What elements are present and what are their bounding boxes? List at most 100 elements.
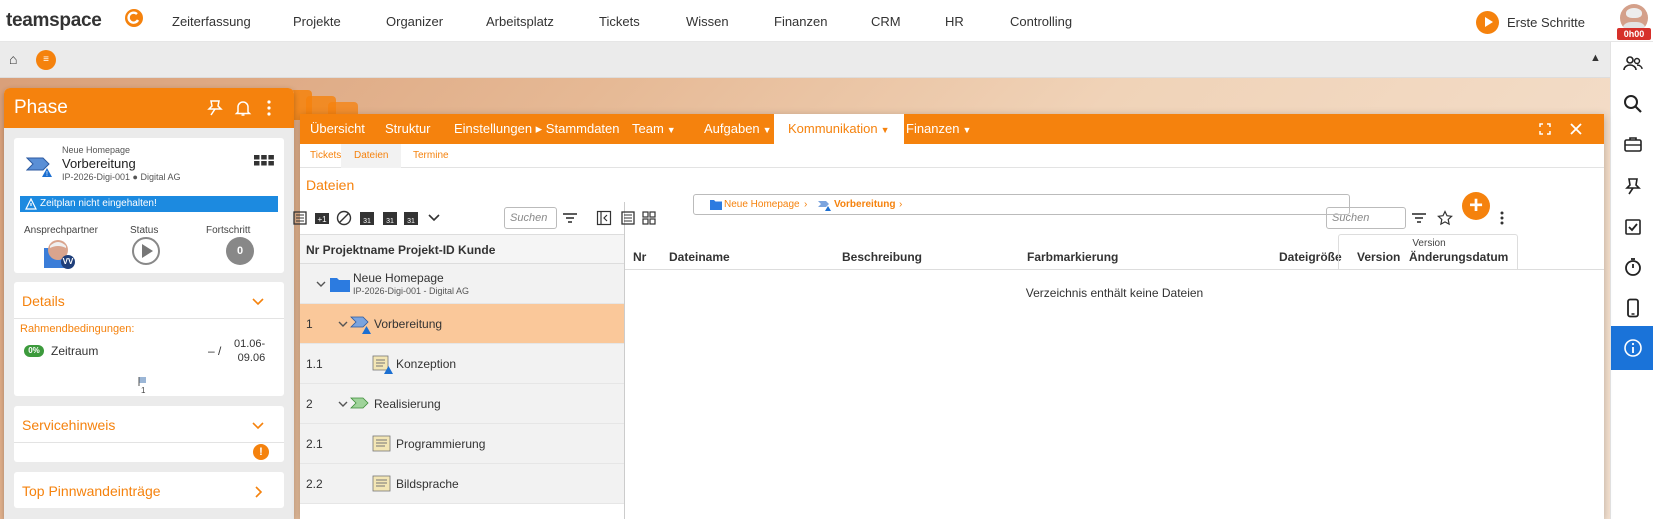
tree-row-realisierung[interactable]: 2 Realisierung bbox=[300, 384, 624, 424]
star-icon[interactable] bbox=[1437, 210, 1453, 226]
chevron-right-icon[interactable] bbox=[251, 485, 265, 499]
pinnwand-title[interactable]: Top Pinnwandeinträge bbox=[22, 483, 161, 499]
tree-row-nr: 2.1 bbox=[306, 437, 323, 451]
menu-icon[interactable]: ≡ bbox=[36, 50, 56, 70]
collapse-panel-icon[interactable] bbox=[596, 210, 612, 226]
more-vertical-icon[interactable] bbox=[1494, 210, 1510, 226]
nav-hr[interactable]: HR bbox=[945, 14, 964, 29]
chevron-down-icon[interactable] bbox=[337, 398, 349, 410]
nav-tickets[interactable]: Tickets bbox=[599, 14, 640, 29]
nav-controlling[interactable]: Controlling bbox=[1010, 14, 1072, 29]
chevron-down-icon[interactable] bbox=[251, 419, 265, 433]
tab-uebersicht[interactable]: Übersicht bbox=[300, 114, 375, 144]
col-nr[interactable]: Nr bbox=[633, 250, 646, 264]
tree-row-label: Programmierung bbox=[396, 437, 486, 451]
list-view-icon[interactable] bbox=[620, 210, 636, 226]
tree-row-label: Konzeption bbox=[396, 357, 457, 371]
stopwatch-icon[interactable] bbox=[1611, 245, 1653, 289]
tree-row-programmierung[interactable]: 2.1 Programmierung bbox=[300, 424, 624, 464]
tree-row-vorbereitung[interactable]: 1 Vorbereitung bbox=[300, 304, 624, 344]
col-dateigroesse[interactable]: Dateigröße bbox=[1279, 250, 1342, 264]
subtab-dateien[interactable]: Dateien bbox=[341, 144, 402, 168]
info-icon[interactable] bbox=[1611, 326, 1653, 370]
collapse-up-icon[interactable]: ▲ bbox=[1590, 52, 1601, 64]
col-farbmarkierung[interactable]: Farbmarkierung bbox=[1027, 250, 1118, 264]
chevron-down-icon[interactable] bbox=[251, 295, 265, 309]
tab-kommunikation[interactable]: Kommunikation ▼ bbox=[774, 114, 904, 144]
tree-row-root[interactable]: Neue Homepage IP-2026-Digi-001 - Digital… bbox=[300, 264, 624, 304]
project-parent-name: Neue Homepage bbox=[62, 145, 131, 155]
tree-search-input[interactable]: Suchen bbox=[504, 207, 557, 229]
no-filter-icon[interactable] bbox=[336, 210, 352, 226]
more-vertical-icon[interactable] bbox=[260, 99, 278, 117]
bell-icon[interactable] bbox=[234, 99, 252, 117]
col-version[interactable]: Version bbox=[1357, 250, 1400, 264]
grid-icon[interactable] bbox=[254, 155, 274, 171]
timer-badge[interactable]: 0h00 bbox=[1617, 28, 1651, 40]
close-icon[interactable] bbox=[1568, 121, 1584, 137]
tile-view-icon[interactable] bbox=[641, 210, 657, 226]
tree-header: Nr Projektname Projekt-ID Kunde bbox=[300, 234, 624, 264]
search-icon[interactable] bbox=[1611, 82, 1653, 126]
col-dateiname[interactable]: Dateiname bbox=[669, 250, 730, 264]
breadcrumb-item[interactable]: Neue Homepage bbox=[724, 195, 800, 214]
svg-text:31: 31 bbox=[386, 218, 394, 225]
tab-aufgaben[interactable]: Aufgaben ▼ bbox=[694, 114, 782, 144]
nav-wissen[interactable]: Wissen bbox=[686, 14, 729, 29]
ansprechpartner-avatar[interactable]: VV bbox=[44, 238, 76, 270]
erste-schritte-button[interactable]: Erste Schritte bbox=[1476, 10, 1585, 34]
ansprechpartner-label: Ansprechpartner bbox=[24, 225, 98, 236]
nav-arbeitsplatz[interactable]: Arbeitsplatz bbox=[486, 14, 554, 29]
col-beschreibung[interactable]: Beschreibung bbox=[842, 250, 922, 264]
nav-projekte[interactable]: Projekte bbox=[293, 14, 341, 29]
pin-icon[interactable] bbox=[1611, 164, 1653, 208]
calendar-31-icon[interactable]: 31 bbox=[359, 210, 375, 226]
nav-zeiterfassung[interactable]: Zeiterfassung bbox=[172, 14, 251, 29]
tree-row-konzeption[interactable]: 1.1 Konzeption bbox=[300, 344, 624, 384]
tab-team[interactable]: Team ▼ bbox=[622, 114, 686, 144]
calendar-31-icon[interactable]: 31 bbox=[403, 210, 419, 226]
task-check-icon[interactable] bbox=[1611, 205, 1653, 249]
users-icon[interactable] bbox=[1611, 42, 1653, 86]
breadcrumb-separator: › bbox=[804, 199, 808, 210]
subtab-termine[interactable]: Termine bbox=[400, 144, 462, 168]
tab-finanzen[interactable]: Finanzen ▼ bbox=[896, 114, 981, 144]
pin-icon[interactable] bbox=[206, 99, 224, 117]
filter-icon[interactable] bbox=[1411, 210, 1427, 226]
chevron-down-icon[interactable] bbox=[337, 318, 349, 330]
alert-icon[interactable]: ! bbox=[253, 444, 269, 460]
zeitraum-start: 01.06- bbox=[234, 338, 266, 350]
zeitraum-label: Zeitraum bbox=[51, 344, 99, 358]
status-play-icon[interactable] bbox=[132, 237, 160, 265]
filter-icon[interactable] bbox=[562, 210, 578, 226]
chevron-down-icon[interactable] bbox=[315, 278, 327, 290]
tree-row-nr: 2.2 bbox=[306, 477, 323, 491]
top-navigation: teamspace Zeiterfassung Projekte Organiz… bbox=[0, 0, 1653, 42]
nav-finanzen[interactable]: Finanzen bbox=[774, 14, 827, 29]
nav-crm[interactable]: CRM bbox=[871, 14, 901, 29]
home-icon[interactable]: ⌂ bbox=[9, 51, 17, 67]
chevron-down-icon[interactable] bbox=[426, 210, 442, 226]
calendar-31-icon[interactable]: 31 bbox=[382, 210, 398, 226]
tab-einstellungen-stammdaten[interactable]: Einstellungen ▸ Stammdaten bbox=[444, 114, 630, 144]
servicehinweis-title[interactable]: Servicehinweis bbox=[22, 417, 115, 433]
briefcase-icon[interactable] bbox=[1611, 122, 1653, 166]
teamspace-logo[interactable]: teamspace bbox=[6, 10, 102, 32]
add-one-icon[interactable]: +1 bbox=[314, 210, 330, 226]
details-title[interactable]: Details bbox=[22, 293, 65, 309]
breadcrumb-separator: › bbox=[899, 199, 903, 210]
right-sidebar bbox=[1610, 42, 1653, 519]
col-aenderungsdatum[interactable]: Änderungsdatum bbox=[1409, 250, 1508, 264]
flag-count: 1 bbox=[141, 386, 146, 395]
user-avatar[interactable]: 0h00 bbox=[1617, 4, 1651, 40]
tab-struktur[interactable]: Struktur bbox=[375, 114, 441, 144]
add-file-button[interactable]: + bbox=[1462, 192, 1490, 220]
zeitraum-dates: 01.06- 09.06 bbox=[234, 337, 265, 365]
maximize-icon[interactable] bbox=[1537, 121, 1553, 137]
breadcrumb-item[interactable]: Vorbereitung bbox=[834, 195, 895, 214]
list-view-icon[interactable] bbox=[292, 210, 308, 226]
nav-organizer[interactable]: Organizer bbox=[386, 14, 443, 29]
warning-triangle-icon bbox=[25, 198, 37, 210]
tree-row-bildsprache[interactable]: 2.2 Bildsprache bbox=[300, 464, 624, 504]
mobile-phone-icon[interactable] bbox=[1611, 286, 1653, 330]
